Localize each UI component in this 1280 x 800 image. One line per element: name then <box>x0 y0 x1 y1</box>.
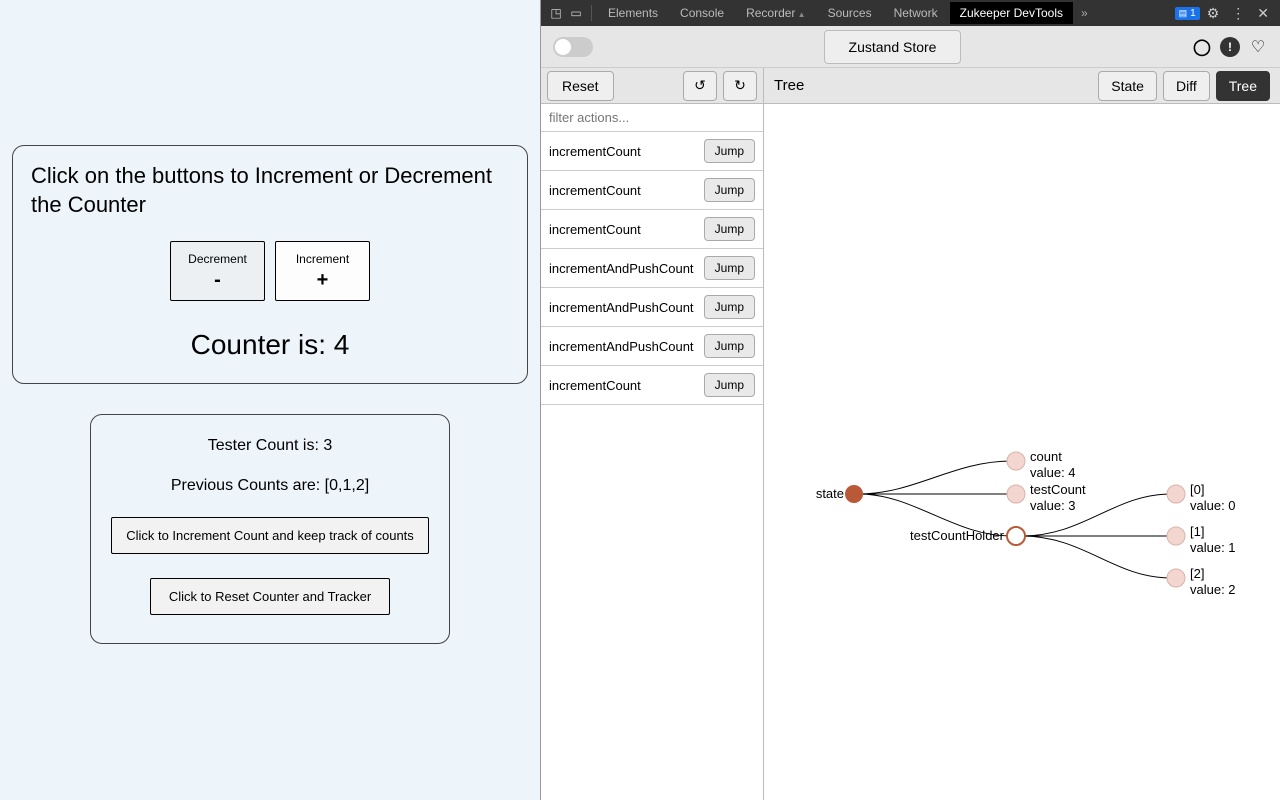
action-name: incrementCount <box>549 222 641 237</box>
store-bar: Zustand Store ◯ ! ♡ <box>541 26 1280 68</box>
tree-column: Tree State Diff Tree <box>764 68 1280 800</box>
action-row[interactable]: incrementCount Jump <box>541 366 763 405</box>
issues-badge[interactable]: 1 <box>1175 7 1200 20</box>
settings-icon[interactable]: ⚙ <box>1202 5 1225 22</box>
jump-button[interactable]: Jump <box>704 178 755 202</box>
action-row[interactable]: incrementCount Jump <box>541 132 763 171</box>
increment-button[interactable]: Increment + <box>275 241 370 301</box>
heart-icon[interactable]: ♡ <box>1248 37 1268 57</box>
github-icon[interactable]: ◯ <box>1192 37 1212 57</box>
dark-mode-toggle[interactable] <box>553 37 593 57</box>
inspect-icon[interactable]: ◳ <box>547 6 565 20</box>
increment-and-track-button[interactable]: Click to Increment Count and keep track … <box>111 517 429 554</box>
jump-button[interactable]: Jump <box>704 256 755 280</box>
jump-button[interactable]: Jump <box>704 295 755 319</box>
close-devtools-icon[interactable]: ✕ <box>1252 5 1274 22</box>
action-row[interactable]: incrementAndPushCount Jump <box>541 249 763 288</box>
increment-label: Increment <box>296 252 349 266</box>
node-idx2: [2] value: 2 <box>1190 566 1236 597</box>
node-count: count value: 4 <box>1030 449 1076 480</box>
devtools-panel: ◳ ▭ Elements Console Recorder Sources Ne… <box>540 0 1280 800</box>
kebab-icon[interactable]: ⋮ <box>1226 5 1250 22</box>
filter-actions-input[interactable] <box>541 104 763 132</box>
action-row[interactable]: incrementCount Jump <box>541 171 763 210</box>
jump-button[interactable]: Jump <box>704 139 755 163</box>
jump-button[interactable]: Jump <box>704 217 755 241</box>
jump-button[interactable]: Jump <box>704 334 755 358</box>
tree-toolbar: Tree State Diff Tree <box>764 68 1280 104</box>
action-row[interactable]: incrementAndPushCount Jump <box>541 288 763 327</box>
view-state-button[interactable]: State <box>1098 71 1157 101</box>
app-panel: Click on the buttons to Increment or Dec… <box>0 0 540 800</box>
tab-network[interactable]: Network <box>884 2 948 24</box>
tab-zukeeper[interactable]: Zukeeper DevTools <box>950 2 1073 24</box>
device-icon[interactable]: ▭ <box>567 6 585 20</box>
action-name: incrementCount <box>549 144 641 159</box>
action-name: incrementAndPushCount <box>549 300 694 315</box>
store-selector-button[interactable]: Zustand Store <box>824 30 962 64</box>
button-row: Decrement - Increment + <box>31 241 509 301</box>
node-holder-label: testCountHolder <box>904 528 1004 544</box>
instruction-text: Click on the buttons to Increment or Dec… <box>31 162 509 219</box>
tab-console[interactable]: Console <box>670 2 734 24</box>
action-name: incrementAndPushCount <box>549 339 694 354</box>
tab-sources[interactable]: Sources <box>818 2 882 24</box>
tree-canvas[interactable]: state count value: 4 testCount value: 3 … <box>764 104 1280 800</box>
tab-recorder[interactable]: Recorder <box>736 2 816 24</box>
step-forward-button[interactable]: ↻ <box>723 71 757 101</box>
action-name: incrementAndPushCount <box>549 261 694 276</box>
divider <box>591 5 592 21</box>
view-tree-button[interactable]: Tree <box>1216 71 1270 101</box>
actions-toolbar: Reset ↺ ↻ <box>541 68 763 104</box>
counter-card: Click on the buttons to Increment or Dec… <box>12 145 528 384</box>
reset-actions-button[interactable]: Reset <box>547 71 614 101</box>
step-back-button[interactable]: ↺ <box>683 71 717 101</box>
action-name: incrementCount <box>549 183 641 198</box>
tree-title: Tree <box>774 77 804 94</box>
action-row[interactable]: incrementAndPushCount Jump <box>541 327 763 366</box>
devtools-body: Reset ↺ ↻ incrementCountJumpincrementCou… <box>541 68 1280 800</box>
decrement-button[interactable]: Decrement - <box>170 241 265 301</box>
tester-card: Tester Count is: 3 Previous Counts are: … <box>90 414 450 644</box>
plus-icon: + <box>317 270 329 290</box>
action-row[interactable]: incrementCount Jump <box>541 210 763 249</box>
tester-count-text: Tester Count is: 3 <box>101 437 439 455</box>
store-icons: ◯ ! ♡ <box>1192 37 1268 57</box>
node-idx0: [0] value: 0 <box>1190 482 1236 513</box>
actions-column: Reset ↺ ↻ incrementCountJumpincrementCou… <box>541 68 764 800</box>
info-icon[interactable]: ! <box>1220 37 1240 57</box>
tab-elements[interactable]: Elements <box>598 2 668 24</box>
minus-icon: - <box>214 270 221 290</box>
jump-button[interactable]: Jump <box>704 373 755 397</box>
reset-counter-button[interactable]: Click to Reset Counter and Tracker <box>150 578 390 615</box>
counter-value: Counter is: 4 <box>31 329 509 361</box>
node-testcount: testCount value: 3 <box>1030 482 1086 513</box>
action-name: incrementCount <box>549 378 641 393</box>
node-state-label: state <box>782 486 844 502</box>
node-idx1: [1] value: 1 <box>1190 524 1236 555</box>
tree-svg <box>764 104 1280 800</box>
decrement-label: Decrement <box>188 252 247 266</box>
previous-counts-text: Previous Counts are: [0,1,2] <box>101 477 439 495</box>
view-diff-button[interactable]: Diff <box>1163 71 1210 101</box>
more-tabs-icon[interactable]: » <box>1075 6 1094 20</box>
devtools-tabbar: ◳ ▭ Elements Console Recorder Sources Ne… <box>541 0 1280 26</box>
action-list: incrementCountJumpincrementCountJumpincr… <box>541 132 763 405</box>
